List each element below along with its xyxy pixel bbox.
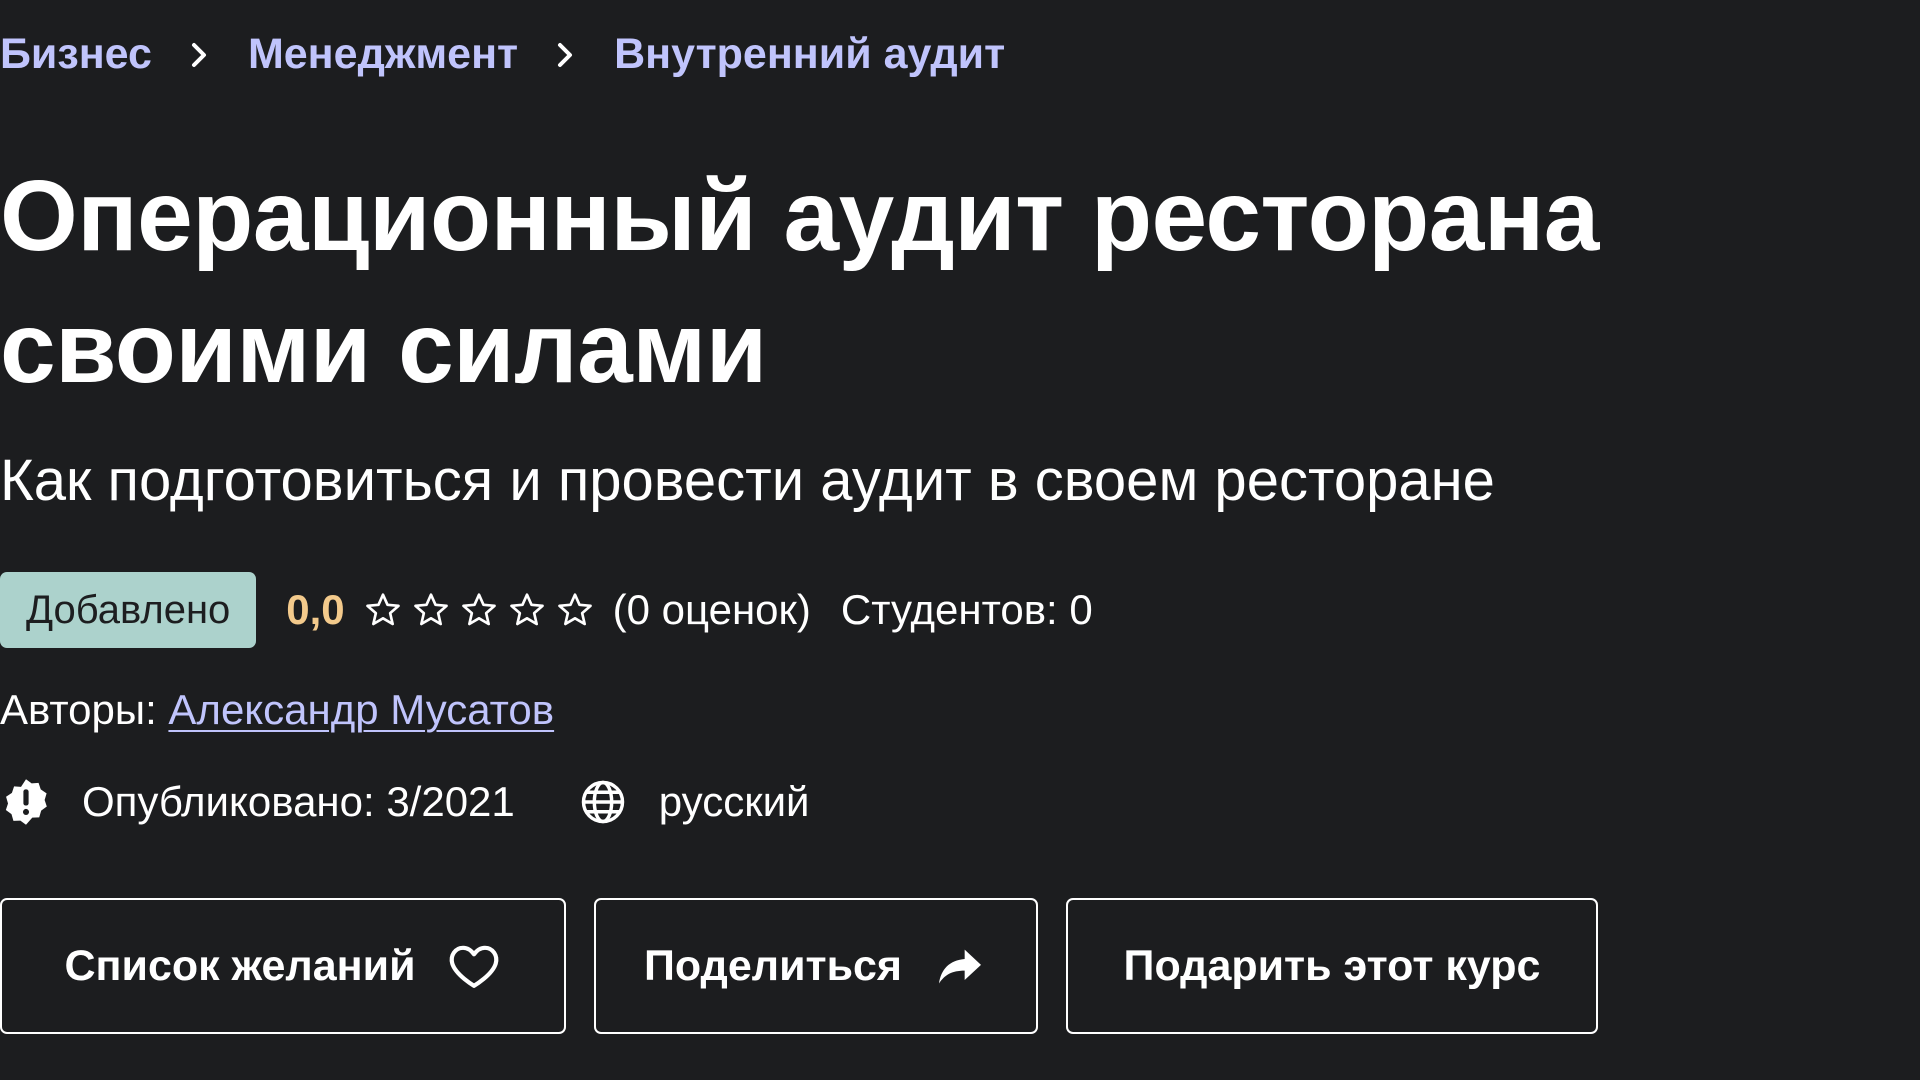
published-date: Опубликовано: 3/2021 (82, 778, 515, 825)
star-outline-icon (507, 590, 547, 630)
share-button[interactable]: Поделиться (594, 898, 1038, 1034)
star-outline-icon (459, 590, 499, 630)
breadcrumb-item-management[interactable]: Менеджмент (248, 30, 518, 79)
gift-course-button[interactable]: Подарить этот курс (1066, 898, 1598, 1034)
star-outline-icon (555, 590, 595, 630)
course-header: Бизнес Менеджмент Внутренний аудит Опера… (0, 0, 1920, 1080)
wishlist-button-label: Список желаний (64, 941, 416, 990)
globe-icon (577, 776, 629, 828)
alert-badge-icon (0, 776, 52, 828)
students-count: Студентов: 0 (840, 586, 1093, 633)
rating-stars (363, 590, 595, 630)
breadcrumb-item-internal-audit[interactable]: Внутренний аудит (614, 30, 1005, 79)
heart-outline-icon (446, 938, 502, 994)
breadcrumb: Бизнес Менеджмент Внутренний аудит (0, 30, 1005, 79)
course-title: Операционный аудит ресторана своими сила… (0, 160, 1599, 404)
breadcrumb-item-business[interactable]: Бизнес (0, 30, 152, 79)
authors-line: Авторы: Александр Мусатов (0, 686, 554, 734)
chevron-right-icon (551, 35, 581, 75)
author-link[interactable]: Александр Мусатов (168, 686, 554, 733)
star-outline-icon (363, 590, 403, 630)
rating-count[interactable]: (0 оценок) (613, 586, 811, 634)
rating-value: 0,0 (286, 586, 345, 633)
authors-label: Авторы: (0, 686, 157, 733)
status-badge: Добавлено (0, 572, 257, 648)
gift-button-label: Подарить этот курс (1123, 941, 1541, 990)
chevron-right-icon (185, 35, 215, 75)
action-buttons: Список желаний Поделиться Подарить этот … (0, 898, 1598, 1034)
wishlist-button[interactable]: Список желаний (0, 898, 566, 1034)
share-arrow-icon (932, 938, 988, 994)
course-language: русский (658, 778, 810, 825)
meta-row: Опубликовано: 3/2021 русский (0, 776, 810, 828)
share-button-label: Поделиться (643, 941, 903, 990)
star-outline-icon (411, 590, 451, 630)
rating-row: Добавлено 0,0 (0 оценок) Студентов: 0 (0, 572, 1093, 648)
course-subtitle: Как подготовиться и провести аудит в сво… (0, 448, 1495, 513)
